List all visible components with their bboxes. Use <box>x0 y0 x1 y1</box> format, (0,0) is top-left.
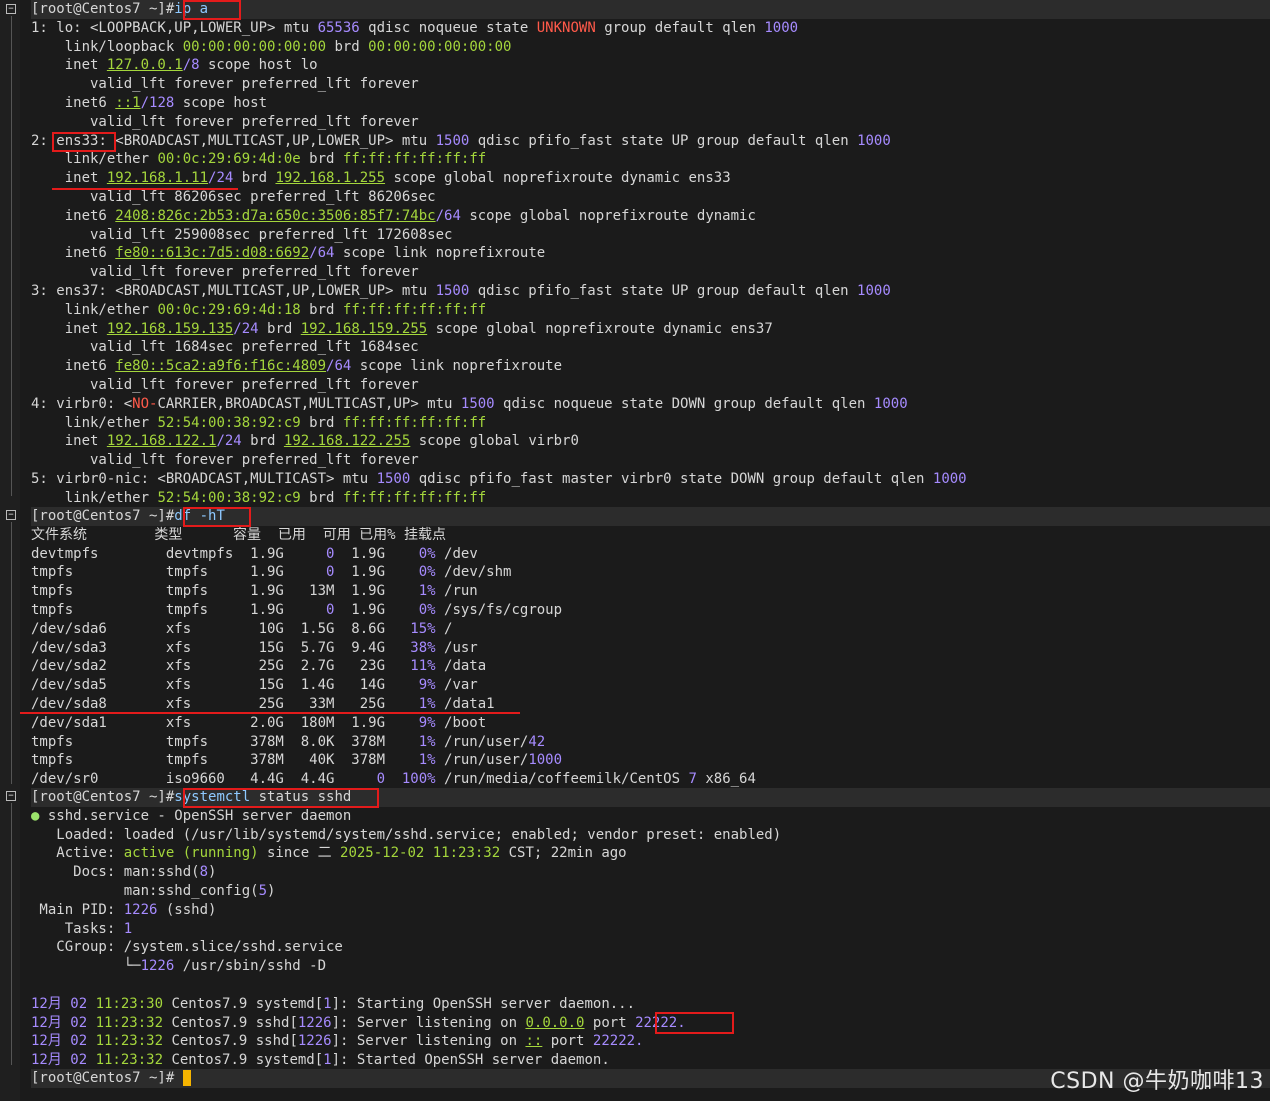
active-line: Active: active (running) since 二 2025-12… <box>31 845 627 862</box>
terminal-gutter: − − − <box>0 0 20 1101</box>
output-line: inet6 2408:826c:2b53:d7a:650c:3506:85f7:… <box>31 207 756 224</box>
output-line: 2: ens33: <BROADCAST,MULTICAST,UP,LOWER_… <box>31 132 891 149</box>
prompt: [root@Centos7 ~]# <box>31 1 175 17</box>
output-line: valid_lft 259008sec preferred_lft 172608… <box>31 226 453 243</box>
output-line: 1: lo: <LOOPBACK,UP,LOWER_UP> mtu 65536 … <box>31 19 799 36</box>
pid-line: Main PID: 1226 (sshd) <box>31 901 217 918</box>
output-line: valid_lft 1684sec preferred_lft 1684sec <box>31 339 419 356</box>
df-row: tmpfs tmpfs 1.9G 0 1.9G 0% /dev/shm <box>31 564 512 581</box>
prompt: [root@Centos7 ~]# <box>31 1070 175 1086</box>
df-row: /dev/sda1 xfs 2.0G 180M 1.9G 9% /boot <box>31 714 487 731</box>
output-line: link/ether 52:54:00:38:92:c9 brd ff:ff:f… <box>31 489 487 506</box>
loaded-line: Loaded: loaded (/usr/lib/systemd/system/… <box>31 826 782 843</box>
fold-toggle-icon[interactable]: − <box>6 4 16 14</box>
log-line: 12月 02 11:23:32 Centos7.9 systemd[1]: St… <box>31 1052 610 1069</box>
output-line: inet6 fe80::613c:7d5:d08:6692/64 scope l… <box>31 245 546 262</box>
cgroup-process-line: └─1226 /usr/sbin/sshd -D <box>31 958 327 975</box>
output-line: valid_lft 86206sec preferred_lft 86206se… <box>31 189 436 205</box>
log-line: 12月 02 11:23:32 Centos7.9 sshd[1226]: Se… <box>31 1033 644 1050</box>
output-line: inet 192.168.159.135/24 brd 192.168.159.… <box>31 320 773 337</box>
output-line: valid_lft forever preferred_lft forever <box>31 377 419 393</box>
service-line: ● sshd.service - OpenSSH server daemon <box>31 807 352 824</box>
df-row: tmpfs tmpfs 1.9G 13M 1.9G 1% /run <box>31 583 478 600</box>
df-row: tmpfs tmpfs 1.9G 0 1.9G 0% /sys/fs/cgrou… <box>31 602 563 618</box>
prompt: [root@Centos7 ~]# <box>31 508 175 524</box>
output-line: link/ether 52:54:00:38:92:c9 brd ff:ff:f… <box>31 414 487 431</box>
fold-guide-line <box>11 522 12 784</box>
annotation-box <box>183 0 241 20</box>
prompt-line: [root@Centos7 ~]# <box>31 1069 191 1088</box>
df-row: tmpfs tmpfs 378M 40K 378M 1% /run/user/1… <box>31 752 563 769</box>
df-header: 文件系统 类型 容量 已用 可用 已用% 挂载点 <box>31 526 447 543</box>
output-line: link/ether 00:0c:29:69:4d:0e brd ff:ff:f… <box>31 151 487 168</box>
terminal-cursor[interactable] <box>182 1070 191 1086</box>
output-line: valid_lft forever preferred_lft forever <box>31 76 419 93</box>
output-line: 5: virbr0-nic: <BROADCAST,MULTICAST> mtu… <box>31 471 967 487</box>
annotation-box <box>183 788 379 808</box>
log-line: 12月 02 11:23:32 Centos7.9 sshd[1226]: Se… <box>31 1014 686 1031</box>
output-line: inet 127.0.0.1/8 scope host lo <box>31 57 318 74</box>
output-line: link/ether 00:0c:29:69:4d:18 brd ff:ff:f… <box>31 301 487 318</box>
prompt: [root@Centos7 ~]# <box>31 789 175 805</box>
df-row: /dev/sda8 xfs 25G 33M 25G 1% /data1 <box>31 696 495 712</box>
status-dot-icon: ● <box>31 807 48 824</box>
fold-guide-line <box>11 16 12 496</box>
output-line: inet 192.168.122.1/24 brd 192.168.122.25… <box>31 433 579 450</box>
df-row: /dev/sr0 iso9660 4.4G 4.4G 0 100% /run/m… <box>31 771 756 788</box>
df-row: tmpfs tmpfs 378M 8.0K 378M 1% /run/user/… <box>31 733 546 750</box>
tasks-line: Tasks: 1 <box>31 920 133 937</box>
output-line: 4: virbr0: <NO-CARRIER,BROADCAST,MULTICA… <box>31 395 908 412</box>
cgroup-line: CGroup: /system.slice/sshd.service <box>31 939 343 956</box>
prompt-line: [root@Centos7 ~]#ip a <box>31 0 208 19</box>
df-row: /dev/sda6 xfs 10G 1.5G 8.6G 15% / <box>31 620 453 637</box>
fold-guide-line <box>11 803 12 1065</box>
output-line: inet6 fe80::5ca2:a9f6:f16c:4809/64 scope… <box>31 358 563 375</box>
docs-line: man:sshd_config(5) <box>31 883 276 899</box>
annotation-underline <box>52 188 238 190</box>
docs-line: Docs: man:sshd(8) <box>31 864 217 881</box>
annotation-box <box>183 507 251 527</box>
output-line: inet 192.168.1.11/24 brd 192.168.1.255 s… <box>31 170 731 187</box>
terminal-output[interactable]: [root@Centos7 ~]#ip a 1: lo: <LOOPBACK,U… <box>20 0 1270 1101</box>
annotation-underline <box>20 712 520 714</box>
watermark: CSDN @牛奶咖啡13 <box>1050 1069 1264 1094</box>
output-line: link/loopback 00:00:00:00:00:00 brd 00:0… <box>31 38 512 55</box>
fold-toggle-icon[interactable]: − <box>6 791 16 801</box>
output-line: valid_lft forever preferred_lft forever <box>31 264 419 281</box>
output-line: inet6 ::1/128 scope host <box>31 95 268 111</box>
log-line: 12月 02 11:23:30 Centos7.9 systemd[1]: St… <box>31 995 636 1012</box>
output-line: valid_lft forever preferred_lft forever <box>31 452 419 469</box>
df-row: devtmpfs devtmpfs 1.9G 0 1.9G 0% /dev <box>31 545 478 562</box>
output-line: 3: ens37: <BROADCAST,MULTICAST,UP,LOWER_… <box>31 283 891 299</box>
df-row: /dev/sda2 xfs 25G 2.7G 23G 11% /data <box>31 658 487 675</box>
fold-toggle-icon[interactable]: − <box>6 510 16 520</box>
annotation-box <box>655 1012 734 1034</box>
annotation-box <box>52 132 116 152</box>
df-row: /dev/sda5 xfs 15G 1.4G 14G 9% /var <box>31 677 478 694</box>
df-row: /dev/sda3 xfs 15G 5.7G 9.4G 38% /usr <box>31 639 478 656</box>
output-line: valid_lft forever preferred_lft forever <box>31 113 419 130</box>
